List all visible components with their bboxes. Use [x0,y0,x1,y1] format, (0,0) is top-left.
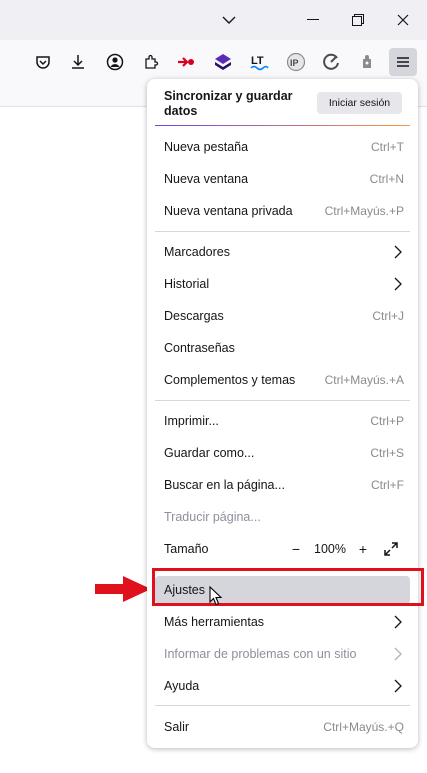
menu-item-label: Complementos y temas [164,373,296,387]
menu-item-label: Más herramientas [164,615,265,629]
menu-item-save-as[interactable]: Guardar como... Ctrl+S [155,439,410,467]
sync-divider [155,125,410,126]
menu-item-label: Nueva ventana [164,172,249,186]
menu-item-find-in-page[interactable]: Buscar en la página... Ctrl+F [155,471,410,499]
extension-ip-icon: IP [286,52,306,72]
menu-item-label: Contraseñas [164,341,235,355]
menu-item-label: Historial [164,277,210,291]
chevron-right-icon [394,647,402,661]
menu-item-shortcut: Ctrl+Mayús.+Q [323,720,404,734]
restore-icon [352,14,364,26]
menu-item-shortcut: Ctrl+P [370,414,404,428]
extension-red-icon [178,57,194,67]
menu-item-downloads[interactable]: Descargas Ctrl+J [155,302,410,330]
menu-item-label: Buscar en la página... [164,478,285,492]
pocket-button[interactable] [29,48,57,76]
account-icon [106,53,124,71]
menu-item-label: Nueva ventana privada [164,204,293,218]
sync-section: Sincronizar y guardar datos Iniciar sesi… [147,79,418,125]
app-menu-panel: Sincronizar y guardar datos Iniciar sesi… [147,79,418,748]
zoom-out-button[interactable]: − [287,540,305,558]
menu-item-translate-page: Traducir página... [155,503,410,531]
title-bar [0,0,427,40]
chevron-right-icon [394,679,402,693]
menu-separator [155,400,410,401]
menu-item-print[interactable]: Imprimir... Ctrl+P [155,407,410,435]
extension-languagetool-icon: LT [250,55,269,71]
ip-label: IP [290,58,299,68]
menu-separator [155,231,410,232]
extension-purple-icon [215,54,231,70]
menu-item-shortcut: Ctrl+J [372,309,404,323]
zoom-in-button[interactable]: + [354,540,372,558]
extension-purple-button[interactable] [209,48,237,76]
list-all-tabs-button[interactable] [207,0,251,40]
menu-item-more-tools[interactable]: Más herramientas [155,608,410,636]
menu-item-label: Marcadores [164,245,230,259]
extension-ip-button[interactable]: IP [282,48,310,76]
menu-item-history[interactable]: Historial [155,270,410,298]
restore-button[interactable] [336,0,380,40]
menu-item-shortcut: Ctrl+T [371,140,404,154]
menu-item-label: Tamaño [164,542,209,556]
extension-languagetool-button[interactable]: LT [245,48,273,76]
menu-item-label: Ayuda [164,679,200,693]
extensions-icon [145,54,159,69]
menu-item-addons[interactable]: Complementos y temas Ctrl+Mayús.+A [155,366,410,394]
download-icon [72,55,84,69]
menu-item-zoom: Tamaño − 100% + [155,535,410,563]
menu-item-quit[interactable]: Salir Ctrl+Mayús.+Q [155,713,410,741]
chevron-down-icon [222,16,236,24]
extension-gauge-icon [323,53,339,70]
menu-item-label: Descargas [164,309,224,323]
menu-item-report-site-issue: Informar de problemas con un sitio [155,640,410,668]
menu-item-new-private-window[interactable]: Nueva ventana privada Ctrl+Mayús.+P [155,197,410,225]
minimize-button[interactable] [291,0,335,40]
annotation-highlight-box [152,568,424,606]
menu-item-shortcut: Ctrl+Mayús.+A [324,373,404,387]
menu-item-label: Nueva pestaña [164,140,249,154]
menu-item-label: Salir [164,720,190,734]
annotation-arrow-icon [95,576,151,602]
zoom-value[interactable]: 100% [314,542,346,556]
close-icon [397,14,409,26]
close-window-button[interactable] [381,0,425,40]
menu-item-label: Traducir página... [164,510,261,524]
fullscreen-icon[interactable] [384,542,398,556]
extension-gauge-button[interactable] [317,48,345,76]
menu-item-shortcut: Ctrl+Mayús.+P [324,204,404,218]
extension-puzzle-gray-button[interactable] [353,48,381,76]
chevron-right-icon [394,245,402,259]
app-menu-button[interactable] [389,48,417,76]
sign-in-button[interactable]: Iniciar sesión [317,92,402,114]
account-button[interactable] [101,48,129,76]
pocket-icon [36,56,50,69]
hamburger-menu-icon [397,57,409,67]
languagetool-label: LT [251,55,264,67]
minimize-icon [307,19,319,20]
extension-red-button[interactable] [172,48,200,76]
chevron-right-icon [394,277,402,291]
menu-item-shortcut: Ctrl+S [370,446,404,460]
menu-item-label: Imprimir... [164,414,219,428]
menu-item-bookmarks[interactable]: Marcadores [155,238,410,266]
menu-item-new-window[interactable]: Nueva ventana Ctrl+N [155,165,410,193]
extension-puzzle-gray-icon [363,55,371,68]
chevron-right-icon [394,615,402,629]
menu-item-help[interactable]: Ayuda [155,672,410,700]
menu-separator [155,705,410,706]
mouse-cursor-icon [209,586,223,606]
menu-item-label: Informar de problemas con un sitio [164,647,357,661]
menu-item-shortcut: Ctrl+N [369,172,404,186]
menu-item-passwords[interactable]: Contraseñas [155,334,410,362]
sync-title: Sincronizar y guardar datos [164,89,293,118]
downloads-button[interactable] [64,48,92,76]
menu-item-shortcut: Ctrl+F [371,478,404,492]
menu-item-new-tab[interactable]: Nueva pestaña Ctrl+T [155,133,410,161]
extensions-button[interactable] [137,48,165,76]
menu-item-label: Guardar como... [164,446,255,460]
